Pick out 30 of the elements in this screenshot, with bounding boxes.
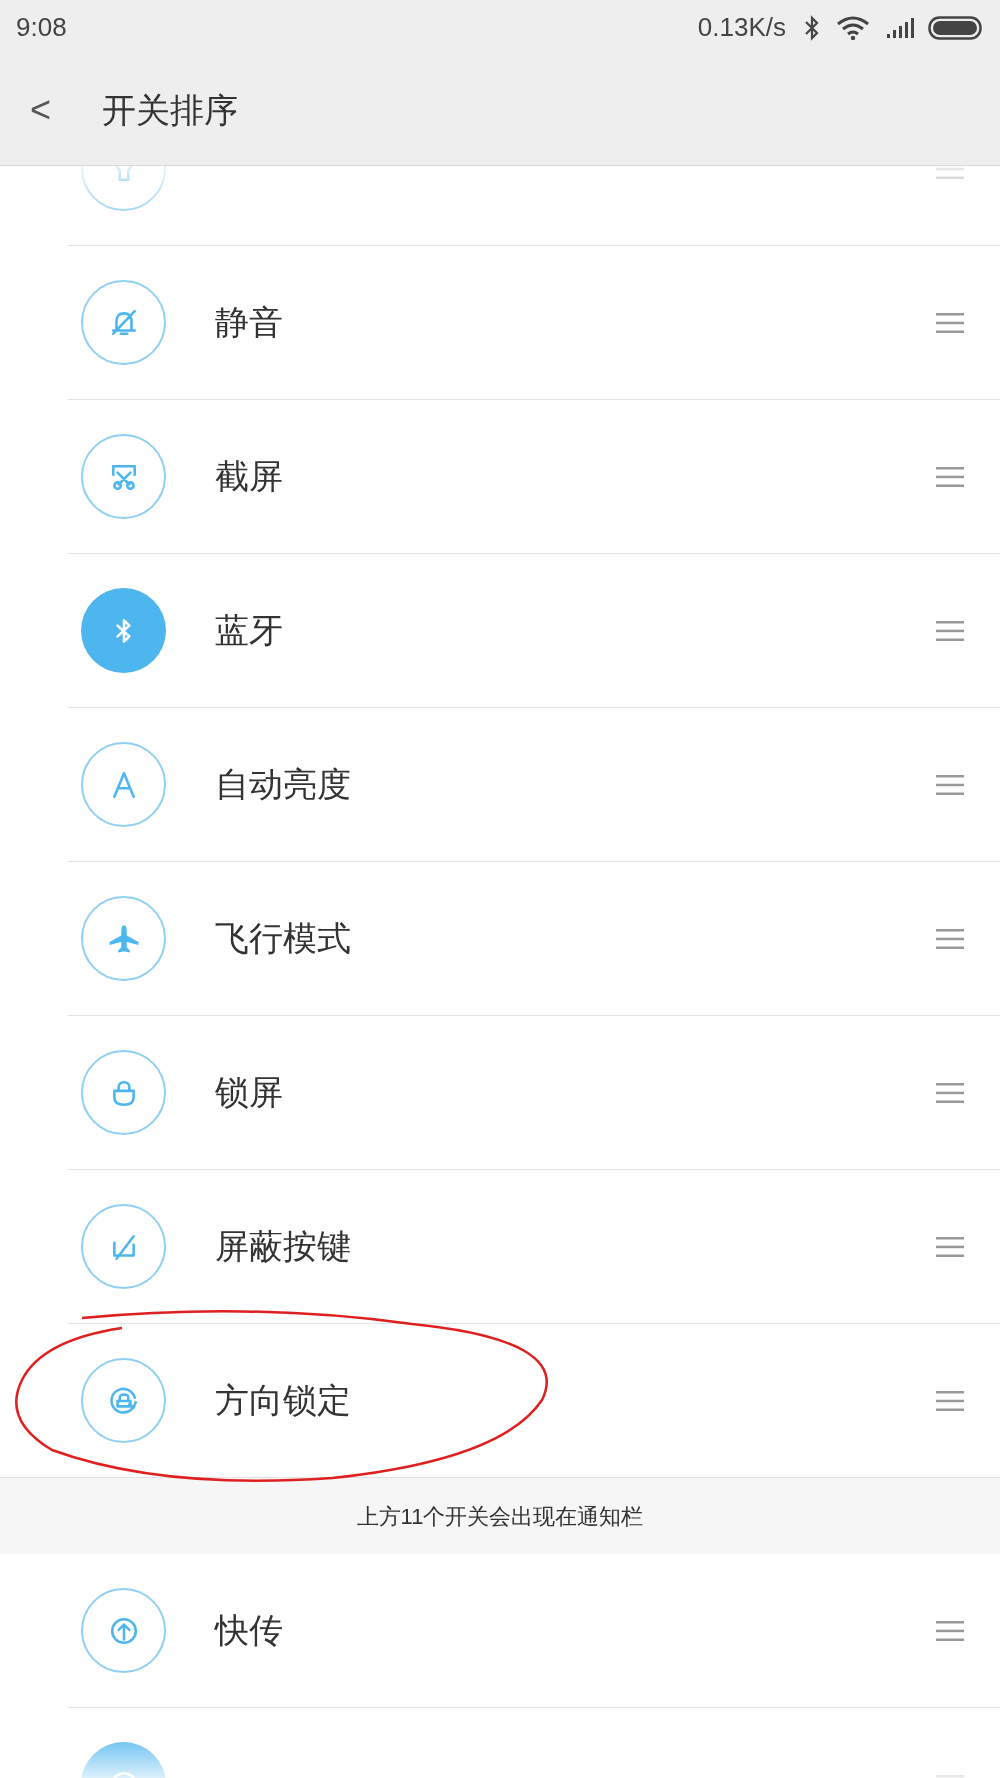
status-time: 9:08	[16, 11, 67, 44]
network-speed: 0.13K/s	[697, 11, 786, 44]
drag-handle-icon[interactable]	[936, 1390, 964, 1411]
upload-icon	[108, 1615, 139, 1646]
toggle-label: 锁屏	[215, 1072, 284, 1113]
toggle-label: 静音	[215, 302, 284, 343]
signal-icon	[886, 16, 916, 39]
page-title: 开关排序	[102, 89, 238, 131]
toggle-label: 方向锁定	[215, 1380, 352, 1421]
drag-handle-icon[interactable]	[936, 312, 964, 333]
airplane-icon	[108, 923, 139, 954]
rotation-lock-icon	[108, 1385, 139, 1416]
toggle-label: 蓝牙	[215, 610, 284, 651]
toggle-label: 快传	[215, 1610, 284, 1651]
back-button[interactable]: <	[30, 83, 100, 137]
toggle-label: 飞行模式	[215, 918, 352, 959]
section-note: 上方11个开关会出现在通知栏	[356, 1502, 644, 1531]
wifi-icon	[836, 15, 870, 40]
battery-icon	[928, 14, 984, 41]
drag-handle-icon[interactable]	[936, 1082, 964, 1103]
drag-handle-icon[interactable]	[936, 620, 964, 641]
drag-handle-icon[interactable]	[936, 774, 964, 795]
drag-handle-icon[interactable]	[936, 1620, 964, 1641]
toggle-label: 屏蔽按键	[215, 1226, 352, 1267]
bluetooth-icon	[804, 14, 820, 41]
drag-handle-icon[interactable]	[936, 1236, 964, 1257]
toggle-label: 自动亮度	[215, 764, 352, 805]
toggle-label: 截屏	[215, 456, 284, 497]
drag-handle-icon[interactable]	[936, 928, 964, 949]
drag-handle-icon[interactable]	[936, 466, 964, 487]
